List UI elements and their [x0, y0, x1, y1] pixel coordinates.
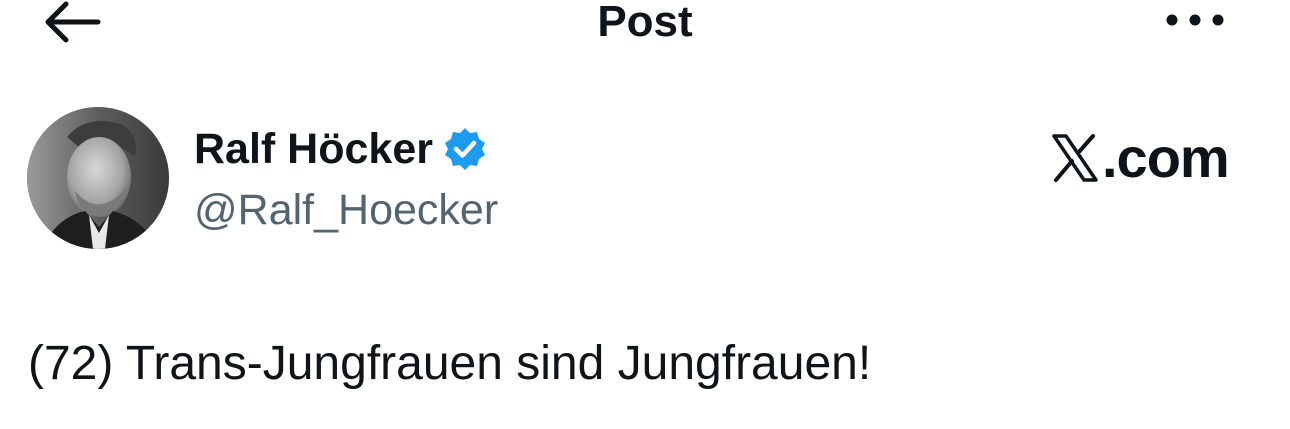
avatar[interactable]	[27, 107, 169, 249]
top-bar: Post	[0, 0, 1290, 60]
x-logo-icon	[1052, 134, 1098, 182]
author-name-text: Ralf Höcker	[194, 125, 433, 173]
page-title: Post	[597, 0, 693, 46]
verified-badge-icon	[444, 128, 485, 170]
more-dots-icon	[1166, 14, 1224, 26]
profile-photo	[27, 107, 169, 249]
author-handle[interactable]: @Ralf_Hoecker	[194, 184, 498, 236]
more-options-button[interactable]	[1160, 4, 1230, 34]
post-text: (72) Trans-Jungfrauen sind Jungfrauen!	[28, 337, 872, 390]
site-badge-text: .com	[1102, 126, 1230, 189]
author-name[interactable]: Ralf Höcker	[194, 123, 489, 175]
site-badge: .com	[1050, 126, 1230, 190]
